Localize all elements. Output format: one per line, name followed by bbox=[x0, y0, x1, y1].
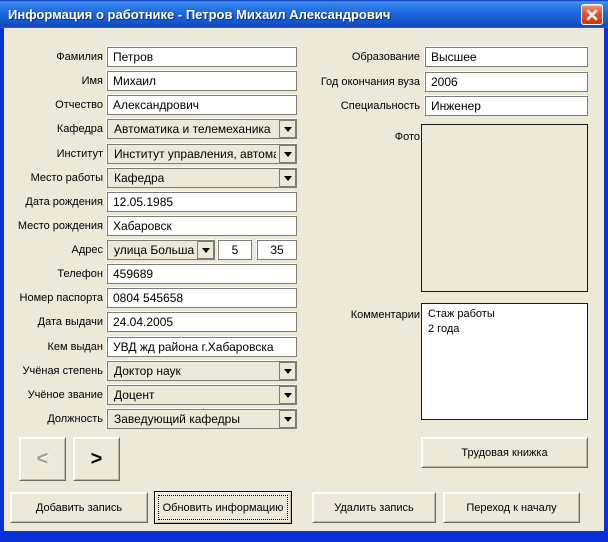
close-button[interactable] bbox=[581, 4, 603, 25]
close-icon bbox=[586, 9, 598, 20]
passport-number-input[interactable] bbox=[107, 288, 297, 308]
position-combo[interactable]: Заведующий кафедры bbox=[107, 409, 297, 429]
phone-label: Телефон bbox=[57, 268, 103, 280]
surname-input[interactable] bbox=[107, 47, 297, 67]
next-arrow-icon: > bbox=[90, 447, 103, 470]
institute-label: Институт bbox=[56, 148, 103, 160]
go-to-start-button[interactable]: Переход к началу bbox=[443, 492, 580, 523]
comments-textarea[interactable]: Стаж работы 2 года bbox=[421, 303, 588, 420]
update-info-button[interactable]: Обновить информацию bbox=[154, 491, 292, 524]
prev-arrow-icon: < bbox=[36, 447, 49, 470]
firstname-input[interactable] bbox=[107, 71, 297, 91]
birthdate-label: Дата рождения bbox=[25, 196, 103, 208]
birthplace-input[interactable] bbox=[107, 216, 297, 236]
phone-input[interactable] bbox=[107, 264, 297, 284]
position-label: Должность bbox=[47, 413, 103, 425]
prev-record-button[interactable]: < bbox=[19, 437, 66, 481]
issue-date-label: Дата выдачи bbox=[37, 316, 103, 328]
photo-frame bbox=[421, 124, 588, 292]
academic-title-label: Учёное звание bbox=[27, 389, 103, 401]
graduation-year-input[interactable] bbox=[425, 72, 588, 92]
house-input[interactable] bbox=[218, 240, 252, 260]
birthplace-label: Место рождения bbox=[17, 220, 103, 232]
photo-label: Фото bbox=[394, 131, 420, 143]
education-input[interactable] bbox=[425, 47, 588, 67]
issued-by-input[interactable] bbox=[107, 337, 297, 357]
add-record-button[interactable]: Добавить запись bbox=[10, 492, 148, 523]
chevron-down-icon[interactable] bbox=[279, 169, 296, 187]
firstname-label: Имя bbox=[81, 75, 103, 87]
chevron-down-icon[interactable] bbox=[279, 362, 296, 380]
issue-date-input[interactable] bbox=[107, 312, 297, 332]
institute-combo[interactable]: Институт управления, автомат bbox=[107, 144, 297, 164]
street-combo[interactable]: улица Большая bbox=[107, 240, 215, 260]
patronymic-input[interactable] bbox=[107, 95, 297, 115]
specialty-label: Специальность bbox=[340, 100, 420, 112]
apartment-input[interactable] bbox=[257, 240, 297, 260]
specialty-input[interactable] bbox=[425, 96, 588, 116]
delete-record-button[interactable]: Удалить запись bbox=[312, 492, 436, 523]
work-record-button[interactable]: Трудовая книжка bbox=[421, 437, 588, 468]
surname-label: Фамилия bbox=[56, 51, 103, 63]
workplace-combo[interactable]: Кафедра bbox=[107, 168, 297, 188]
chevron-down-icon[interactable] bbox=[279, 120, 296, 138]
academic-degree-label: Учёная степень bbox=[22, 365, 103, 377]
chevron-down-icon[interactable] bbox=[279, 145, 296, 163]
employee-info-window: Информация о работнике - Петров Михаил А… bbox=[0, 0, 608, 542]
academic-title-combo[interactable]: Доцент bbox=[107, 385, 297, 405]
next-record-button[interactable]: > bbox=[73, 437, 120, 481]
patronymic-label: Отчество bbox=[55, 99, 103, 111]
education-label: Образование bbox=[351, 51, 420, 63]
department-combo[interactable]: Автоматика и телемеханика bbox=[107, 119, 297, 139]
passport-number-label: Номер паспорта bbox=[19, 292, 103, 304]
academic-degree-combo[interactable]: Доктор наук bbox=[107, 361, 297, 381]
issued-by-label: Кем выдан bbox=[47, 341, 103, 353]
graduation-year-label: Год окончания вуза bbox=[320, 76, 420, 88]
chevron-down-icon[interactable] bbox=[279, 410, 296, 428]
birthdate-input[interactable] bbox=[107, 192, 297, 212]
comments-label: Комментарии bbox=[350, 309, 420, 321]
window-title: Информация о работнике - Петров Михаил А… bbox=[8, 6, 391, 22]
chevron-down-icon[interactable] bbox=[279, 386, 296, 404]
titlebar[interactable]: Информация о работнике - Петров Михаил А… bbox=[0, 0, 608, 28]
address-label: Адрес bbox=[71, 244, 104, 256]
workplace-label: Место работы bbox=[30, 172, 103, 184]
chevron-down-icon[interactable] bbox=[197, 241, 214, 259]
department-label: Кафедра bbox=[56, 123, 103, 135]
